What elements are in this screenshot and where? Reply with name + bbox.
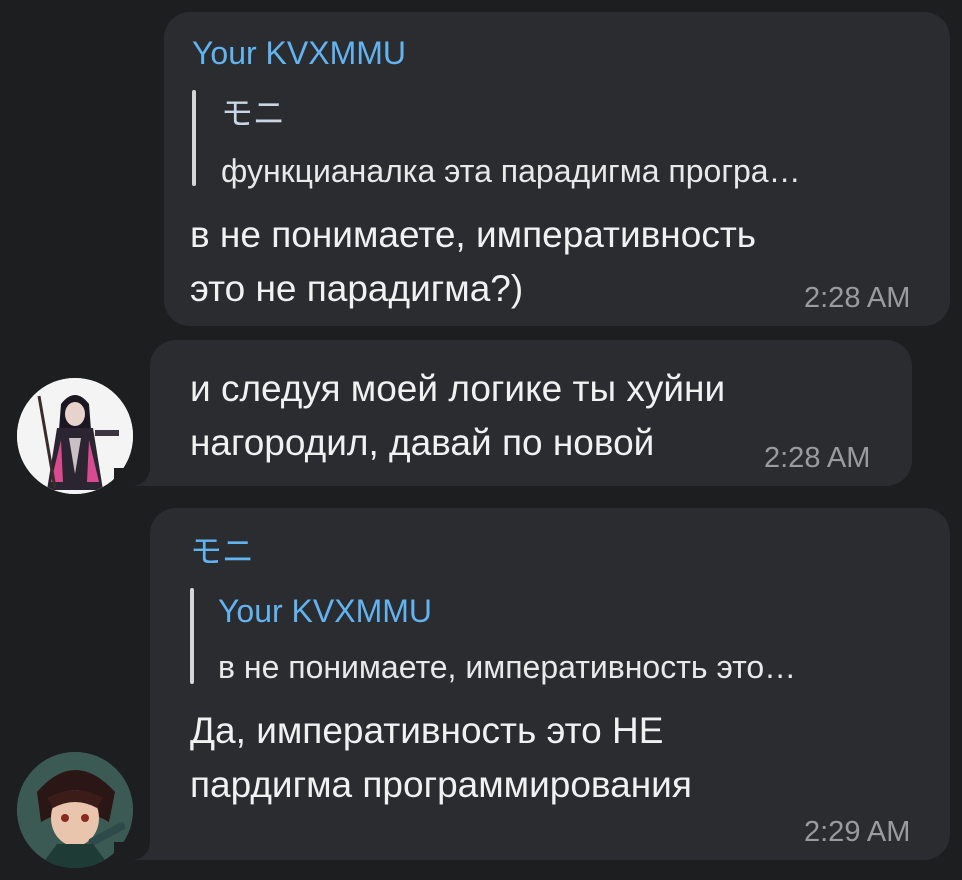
message-time: 2:29 AM — [804, 816, 911, 848]
message-bubble[interactable]: Your KVXMMU モニ функцианалка эта парадигм… — [164, 12, 950, 326]
reply-sender-name[interactable]: Your KVXMMU — [218, 592, 432, 630]
message-text: в не понимаете, императивность это не па… — [190, 214, 757, 309]
message-bubble[interactable]: и следуя моей логике ты хуйни нагородил,… — [150, 340, 912, 486]
reply-quote-bar — [192, 90, 196, 186]
message-time: 2:28 AM — [804, 282, 911, 314]
bubble-tail — [114, 842, 150, 860]
message-text: и следуя моей логике ты хуйни нагородил,… — [190, 368, 726, 463]
chat-history: Your KVXMMU モニ функцианалка эта парадигм… — [0, 0, 962, 880]
sender-name[interactable]: Your KVXMMU — [192, 34, 406, 72]
message-time: 2:28 AM — [764, 442, 871, 474]
reply-preview-text[interactable]: функцианалка эта парадигма програ… — [221, 152, 801, 190]
message-text: Да, императивность это НЕ пардигма прогр… — [190, 710, 692, 805]
message-bubble[interactable]: モニ Your KVXMMU в не понимаете, императив… — [150, 508, 950, 860]
bubble-tail — [114, 468, 150, 486]
sender-name[interactable]: モニ — [190, 532, 254, 570]
reply-quote-bar — [190, 588, 194, 684]
reply-preview-text[interactable]: в не понимаете, императивность это… — [218, 648, 796, 686]
reply-sender-name[interactable]: モニ — [221, 94, 285, 132]
